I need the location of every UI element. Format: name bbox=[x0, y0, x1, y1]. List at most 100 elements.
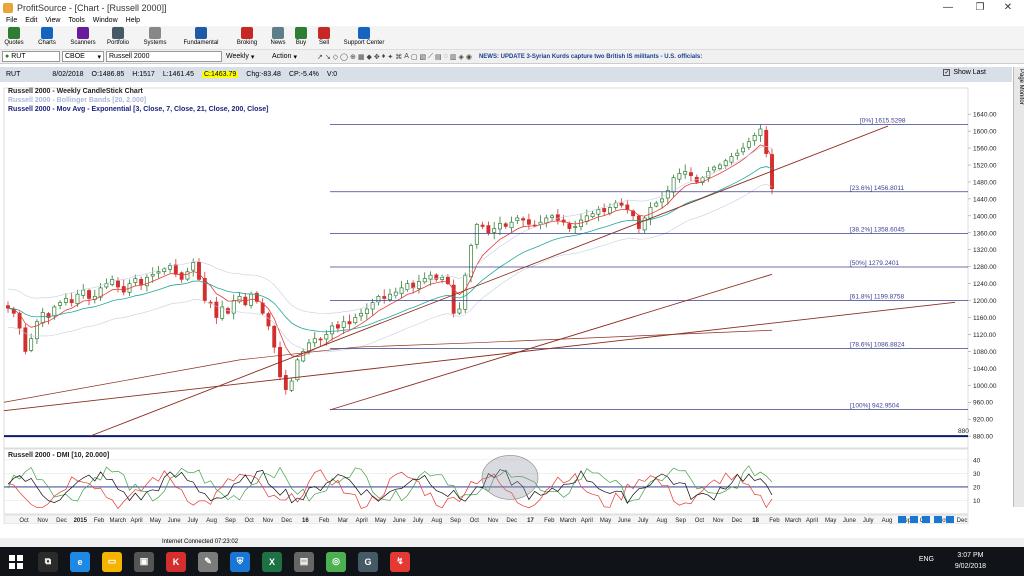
candle-body bbox=[173, 264, 178, 275]
drawing-tool-icon[interactable]: A bbox=[404, 53, 409, 60]
start-icon[interactable] bbox=[6, 552, 26, 572]
fib-level-label: [61.8%] 1199.8758 bbox=[850, 294, 904, 301]
toolbar-charts-button[interactable]: Charts bbox=[28, 26, 66, 50]
menu-edit[interactable]: Edit bbox=[25, 17, 37, 24]
systems-icon bbox=[149, 27, 161, 39]
toolbar-support-center-button[interactable]: Support Center bbox=[336, 26, 392, 50]
period-select[interactable]: Weekly ▾ bbox=[224, 51, 268, 62]
candle-body bbox=[312, 338, 317, 344]
k-app-icon[interactable]: K bbox=[166, 551, 186, 572]
fib-level-label: [23.6%] 1456.8011 bbox=[850, 185, 904, 192]
toolbar-systems-button[interactable]: Systems bbox=[136, 26, 174, 50]
menu-window[interactable]: Window bbox=[93, 17, 118, 24]
gr-app-icon[interactable]: G bbox=[358, 551, 378, 572]
fib-level-label: [78.6%] 1086.8824 bbox=[850, 341, 905, 348]
drawing-tool-icon[interactable]: ▤ bbox=[435, 53, 442, 61]
menu-view[interactable]: View bbox=[45, 17, 60, 24]
time-axis-label: 16 bbox=[302, 518, 309, 524]
toolbar-sell-button[interactable]: Sell bbox=[312, 26, 336, 50]
time-axis-label: Sep bbox=[450, 518, 461, 524]
drawing-tool-icon[interactable]: ⊕ bbox=[350, 53, 356, 61]
connection-status: Internet Connected 07:23:02 bbox=[162, 539, 239, 545]
symbol-input[interactable]: ● RUT bbox=[2, 51, 60, 62]
toolbar-portfolio-button[interactable]: Portfolio bbox=[100, 26, 136, 50]
y-tick-label: 1200.00 bbox=[973, 298, 997, 305]
chart-scroll-button[interactable] bbox=[922, 516, 930, 523]
candle-body bbox=[353, 317, 358, 324]
security-name-field[interactable]: Russell 2000 bbox=[106, 51, 222, 62]
toolbar-buy-button[interactable]: Buy bbox=[290, 26, 312, 50]
drawing-tool-icon[interactable]: ◇ bbox=[333, 53, 338, 61]
chart-scroll-button[interactable] bbox=[910, 516, 918, 523]
system-clock[interactable]: 3:07 PM 9/02/2018 bbox=[955, 550, 986, 572]
drawing-tool-icon[interactable]: ◯ bbox=[340, 53, 348, 61]
candle-body bbox=[197, 261, 201, 280]
drawing-tool-icon[interactable]: ↘ bbox=[325, 53, 331, 61]
chrome-icon[interactable]: ◎ bbox=[326, 551, 346, 572]
profitsource-icon[interactable]: ↯ bbox=[390, 551, 410, 572]
drawing-tool-icon[interactable]: ✥ bbox=[374, 53, 380, 61]
shield-app-icon[interactable]: ⛨ bbox=[230, 551, 250, 572]
fundamental-icon bbox=[195, 27, 207, 39]
toolbar-broking-button[interactable]: Broking bbox=[228, 26, 266, 50]
show-last-checkbox[interactable]: ✓ Show Last bbox=[943, 69, 994, 76]
page-monitor-tab[interactable]: Page Monitor bbox=[1013, 67, 1024, 507]
task-view-icon[interactable]: ⧉ bbox=[38, 551, 58, 572]
sticky-icon[interactable]: ▤ bbox=[294, 551, 314, 572]
menu-help[interactable]: Help bbox=[126, 17, 140, 24]
drawing-tool-icon[interactable]: ⟋ bbox=[428, 53, 433, 61]
language-indicator[interactable]: ENG bbox=[919, 556, 934, 563]
time-axis-label: Dec bbox=[957, 518, 968, 524]
menu-bar: File Edit View Tools Window Help bbox=[0, 15, 1024, 26]
quote-date: 8/02/2018 bbox=[52, 71, 84, 78]
drawing-tool-icon[interactable]: ▧ bbox=[420, 53, 427, 61]
toolbar-label: Broking bbox=[236, 40, 258, 46]
candle-body bbox=[237, 295, 242, 303]
excel-icon[interactable]: X bbox=[262, 551, 282, 572]
time-axis-label: Mar bbox=[338, 518, 348, 524]
drawing-tool-icon[interactable]: ✦ bbox=[387, 53, 393, 61]
edge-icon[interactable]: e bbox=[70, 551, 90, 572]
drawing-tool-icon[interactable]: ⌘ bbox=[395, 53, 402, 61]
maximize-button[interactable]: ❐ bbox=[968, 0, 992, 15]
time-axis-label: Feb bbox=[769, 518, 780, 524]
minimize-button[interactable]: — bbox=[936, 0, 960, 15]
candle-body bbox=[607, 207, 612, 214]
drawing-tool-icon[interactable]: ◆ bbox=[366, 53, 371, 61]
exchange-select[interactable]: CBOE ▾ bbox=[62, 51, 104, 62]
action-menu[interactable]: Action ▾ bbox=[270, 51, 314, 62]
candle-body bbox=[550, 215, 555, 219]
toolbar-fundamental-button[interactable]: Fundamental bbox=[174, 26, 228, 50]
close-button[interactable]: ✕ bbox=[996, 0, 1020, 15]
toolbar-quotes-button[interactable]: Quotes bbox=[0, 26, 28, 50]
chart-svg[interactable]: 880.00 920.00 960.00 1000.00 1040.00 1080.00 1… bbox=[0, 84, 1012, 525]
drawing-tool-icon[interactable]: ◌ bbox=[444, 53, 448, 60]
toolbar-scanners-button[interactable]: Scanners bbox=[66, 26, 100, 50]
y-tick-label: 960.00 bbox=[973, 400, 993, 407]
drawing-tool-icon[interactable]: ▦ bbox=[358, 53, 365, 61]
paint-icon[interactable]: ✎ bbox=[198, 551, 218, 572]
menu-file[interactable]: File bbox=[6, 17, 17, 24]
drawing-tool-icon[interactable]: ♦ bbox=[382, 53, 386, 60]
news-ticker[interactable]: NEWS: UPDATE 3-Syrian Kurds capture two … bbox=[479, 54, 702, 60]
candle-body bbox=[422, 278, 427, 283]
time-axis-label: 2015 bbox=[74, 518, 88, 524]
chart-scroll-button[interactable] bbox=[898, 516, 906, 523]
drawing-tool-icon[interactable]: ◈ bbox=[458, 53, 463, 61]
charts-icon bbox=[41, 27, 53, 39]
time-axis-label: Oct bbox=[695, 518, 705, 524]
candle-body bbox=[729, 156, 734, 163]
drawing-tool-icon[interactable]: ↗ bbox=[317, 53, 323, 61]
menu-tools[interactable]: Tools bbox=[68, 17, 84, 24]
drawing-tool-icon[interactable]: ◉ bbox=[466, 53, 472, 61]
toolbar-news-button[interactable]: News bbox=[266, 26, 290, 50]
chart-scroll-button[interactable] bbox=[934, 516, 942, 523]
folder-icon[interactable]: ▭ bbox=[102, 551, 122, 572]
drawing-tool-icon[interactable]: ▢ bbox=[411, 53, 418, 61]
candle-body bbox=[752, 134, 757, 142]
candle-body bbox=[619, 202, 624, 206]
drawing-tool-icon[interactable]: ▥ bbox=[450, 53, 457, 61]
chart-scroll-button[interactable] bbox=[946, 516, 954, 523]
store-icon[interactable]: ▣ bbox=[134, 551, 154, 572]
chart-area[interactable]: 880.00 920.00 960.00 1000.00 1040.00 1080.00 1… bbox=[0, 84, 1012, 525]
